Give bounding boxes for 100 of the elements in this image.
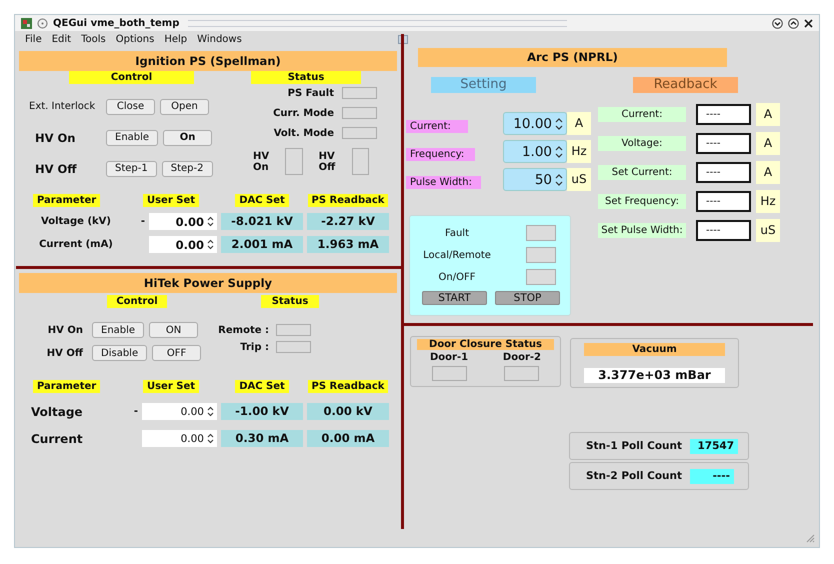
maximize-icon[interactable] [788,18,799,28]
menu-item[interactable]: File [25,34,42,45]
status-label: Status [261,295,319,308]
status-indicator [526,225,556,241]
poll-label: Stn-2 Poll Count [586,470,682,482]
status-indicator [526,269,556,285]
push-button[interactable]: START [422,291,487,305]
control-label: Control [69,71,194,84]
readout-value: 0.00 kV [307,403,389,420]
status-text: HV On [253,150,270,172]
unit-label: A [756,132,780,155]
status-indicator [342,127,377,139]
row-label: HV On [34,130,76,144]
push-button[interactable]: Step-1 [106,160,157,176]
readout-value: -8.021 kV [221,213,303,230]
poll-value: ---- [690,468,734,484]
spin-box[interactable]: 0.00 [142,430,217,447]
unit-label: A [756,161,780,184]
sign-text: - [134,406,138,417]
status-indicator [342,87,377,99]
readout-value: 0.30 mA [221,430,303,447]
setting-name: Current: [406,120,468,133]
status-indicator [342,107,377,119]
push-button[interactable]: Open [160,98,209,114]
menu-item[interactable]: Windows [197,34,242,45]
push-button[interactable]: ON [149,322,198,338]
column-header: PS Readback [308,380,388,393]
window-title: QEGui vme_both_temp [53,18,180,28]
setting-name: Pulse Width: [406,176,481,189]
status-text: PS Fault [288,88,334,98]
readback-name: Set Frequency: [598,194,686,209]
section-header: Arc PS (NPRL) [418,48,727,67]
spin-box[interactable]: 10.00 [503,112,567,135]
spin-box[interactable]: 1.00 [503,140,567,163]
status-text: HV Off [318,150,336,172]
readback-value: ---- [696,162,751,183]
menu-item[interactable]: Help [164,34,188,45]
push-button[interactable]: Close [106,98,155,114]
readout-value: 0.00 mA [307,430,389,447]
sign-text: - [140,216,145,227]
status-indicator [276,324,311,336]
column-header: DAC Set [235,194,289,207]
readout-value: -2.27 kV [307,213,389,230]
parameter-label: Voltage [31,404,84,418]
poll-value: 17547 [690,438,738,454]
status-text: Curr. Mode [273,108,334,118]
parameter-label: Voltage (kV) [40,216,112,227]
push-button[interactable]: On [163,130,212,146]
status-indicator [352,148,369,175]
column-header: Parameter [33,380,100,393]
panel-title: Door Closure Status [417,339,554,350]
row-label: HV On [46,324,84,336]
menu-item[interactable]: Tools [81,34,106,45]
unit-label: uS [567,168,591,191]
column-header: DAC Set [235,380,289,393]
menu-item[interactable]: Edit [52,34,72,45]
push-button[interactable]: Step-2 [162,160,212,176]
readout-value: -1.00 kV [221,403,303,420]
status-indicator [285,148,303,175]
push-button[interactable]: Enable [106,130,158,146]
unit-label: Hz [567,140,591,163]
row-label: Ext. Interlock [28,101,96,112]
control-label: Control [107,295,167,308]
column-header: User Set [142,380,200,393]
resize-grip-icon[interactable] [805,533,815,543]
status-text: Trip : [240,342,269,352]
spin-box[interactable]: 0.00 [149,213,217,230]
push-button[interactable]: Enable [92,322,144,338]
door-indicator [432,366,467,381]
parameter-label: Current (mA) [38,239,114,250]
menu-item[interactable]: Options [116,34,154,45]
spin-box[interactable]: 50 [503,168,567,191]
readout-value: 2.001 mA [221,236,303,253]
readback-value: ---- [696,191,751,212]
readback-value: ---- [696,133,751,154]
status-text: Local/Remote [422,250,492,260]
vacuum-value: 3.377e+03 mBar [584,368,725,383]
door-label: Door-2 [502,352,541,363]
section-header: Ignition PS (Spellman) [19,51,397,71]
spin-box[interactable]: 0.00 [142,403,217,420]
spin-box[interactable]: 0.00 [149,236,217,253]
close-icon[interactable] [804,18,813,28]
readback-label: Readback [633,77,738,93]
poll-label: Stn-1 Poll Count [586,440,682,452]
push-button[interactable]: STOP [495,291,560,305]
readback-value: ---- [696,104,751,125]
pin-icon[interactable] [37,18,48,28]
status-text: Volt. Mode [274,128,334,138]
push-button[interactable]: OFF [152,345,202,361]
unit-label: uS [756,219,780,242]
app-icon [21,18,32,28]
minimize-icon[interactable] [772,18,783,28]
setting-name: Frequency: [406,148,475,161]
push-button[interactable]: Disable [92,345,148,361]
unit-label: Hz [756,190,780,213]
readout-value: 1.963 mA [307,236,389,253]
status-indicator [526,247,556,263]
column-header: Parameter [33,194,100,207]
readback-name: Set Pulse Width: [598,223,686,238]
door-label: Door-1 [430,352,468,363]
